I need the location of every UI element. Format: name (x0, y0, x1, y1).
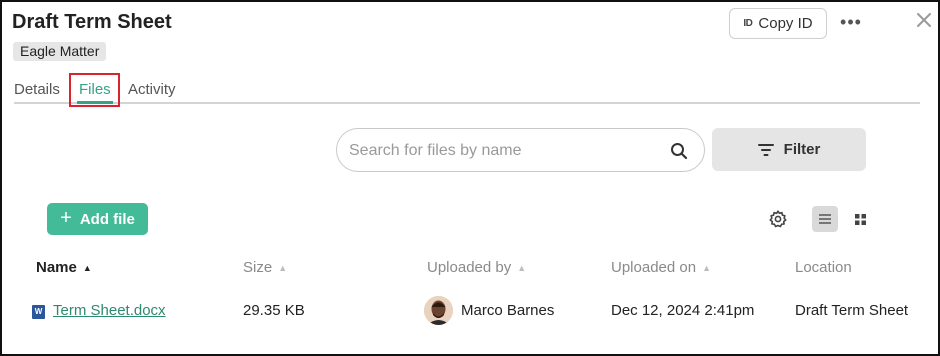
file-size: 29.35 KB (243, 302, 305, 319)
list-view-icon[interactable] (812, 206, 838, 232)
file-name-link[interactable]: Term Sheet.docx (53, 302, 166, 319)
add-file-button[interactable]: + Add file (47, 203, 148, 235)
column-header-uploaded-on[interactable]: Uploaded on ▲ (611, 259, 711, 276)
column-header-label: Uploaded on (611, 259, 697, 276)
tab-activity[interactable]: Activity (128, 81, 176, 98)
copy-id-label: Copy ID (758, 15, 813, 32)
sort-arrow-icon: ▲ (517, 262, 527, 273)
more-options-icon[interactable]: ••• (840, 12, 862, 32)
column-header-uploaded-by[interactable]: Uploaded by ▲ (427, 259, 526, 276)
matter-badge[interactable]: Eagle Matter (13, 42, 107, 61)
uploaded-by: Marco Barnes (461, 302, 555, 319)
file-panel: Draft Term Sheet Eagle Matter ID Copy ID… (0, 0, 940, 356)
id-icon: ID (743, 18, 753, 29)
search-input[interactable] (349, 139, 659, 163)
gear-icon[interactable] (768, 209, 788, 229)
column-header-label: Name (36, 259, 77, 276)
search-box (336, 128, 705, 172)
search-icon[interactable] (670, 142, 688, 160)
filter-label: Filter (783, 141, 821, 158)
sort-ascending-icon: ▲ (82, 262, 92, 273)
column-header-label: Location (795, 259, 852, 276)
add-file-label: Add file (79, 210, 135, 228)
column-header-label: Size (243, 259, 273, 276)
plus-icon: + (60, 207, 72, 229)
file-location[interactable]: Draft Term Sheet (795, 302, 908, 319)
word-document-icon: W (32, 305, 45, 319)
close-icon[interactable] (914, 10, 934, 30)
table-row[interactable]: W Term Sheet.docx 29.35 KB Marco Barnes … (2, 292, 938, 332)
uploaded-on: Dec 12, 2024 2:41pm (611, 302, 755, 319)
tab-details[interactable]: Details (14, 81, 60, 98)
column-header-location[interactable]: Location (795, 259, 852, 276)
files-tab-highlight (69, 73, 120, 107)
column-header-size[interactable]: Size ▲ (243, 259, 287, 276)
sort-arrow-icon: ▲ (278, 262, 288, 273)
filter-button[interactable]: Filter (712, 128, 866, 171)
copy-id-button[interactable]: ID Copy ID (729, 8, 827, 39)
column-header-label: Uploaded by (427, 259, 512, 276)
avatar (424, 296, 453, 325)
sort-arrow-icon: ▲ (702, 262, 711, 273)
tab-bar: Details Files Activity (14, 79, 920, 104)
page-title: Draft Term Sheet (12, 11, 172, 33)
column-header-name[interactable]: Name ▲ (36, 259, 92, 276)
grid-view-icon[interactable] (849, 206, 871, 232)
filter-icon (757, 143, 774, 156)
